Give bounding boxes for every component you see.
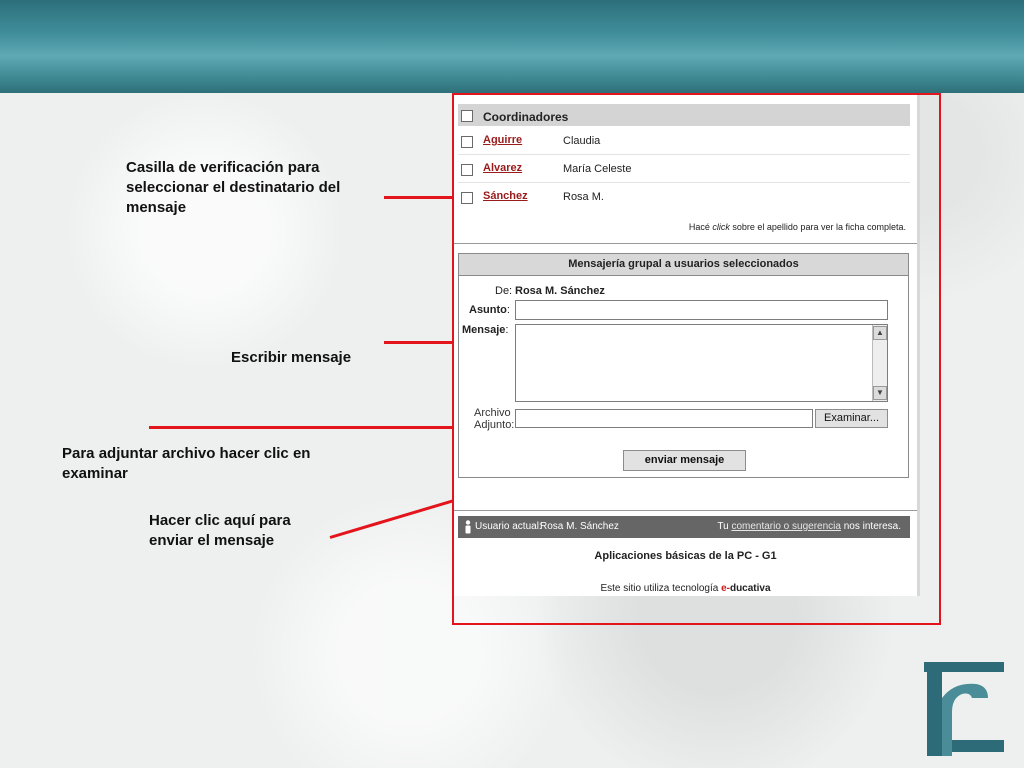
recipient-checkbox[interactable] xyxy=(461,136,473,148)
attach-annotation: Para adjuntar archivo hacer clic en exam… xyxy=(62,445,311,482)
powered-by: Este sitio utiliza tecnología e-ducativa xyxy=(600,583,771,594)
group-checkbox[interactable] xyxy=(461,110,473,122)
write-message-annotation: Escribir mensaje xyxy=(231,349,352,366)
feedback-link[interactable]: comentario o sugerencia xyxy=(731,521,841,532)
recipient-checkbox[interactable] xyxy=(461,192,473,204)
form-title: Mensajería grupal a usuarios seleccionad… xyxy=(459,254,908,276)
recipient-last-name-link[interactable]: Aguirre xyxy=(483,134,522,146)
recipient-row: Alvarez María Celeste xyxy=(458,155,910,183)
attach-file-input[interactable] xyxy=(515,409,813,428)
recipient-row: Sánchez Rosa M. xyxy=(458,183,910,210)
current-user-name: Rosa M. Sánchez xyxy=(540,521,619,532)
send-annotation: Hacer clic aquí para enviar el mensaje xyxy=(149,512,291,549)
message-textarea[interactable]: ▲ ▼ xyxy=(515,324,888,402)
recipient-first-name: María Celeste xyxy=(563,163,632,175)
current-user-label: Usuario actual: xyxy=(475,521,542,532)
checkbox-annotation: Casilla de verificación para seleccionar… xyxy=(126,159,341,216)
recipient-checkbox[interactable] xyxy=(461,164,473,176)
recipients-hint: Hacé click sobre el apellido para ver la… xyxy=(688,222,906,232)
scroll-up-icon[interactable]: ▲ xyxy=(873,326,887,340)
group-label: Coordinadores xyxy=(483,110,569,124)
attach-label: Archivo Adjunto: xyxy=(474,407,515,431)
from-label: De: xyxy=(495,285,513,297)
send-message-button[interactable]: enviar mensaje xyxy=(623,450,746,471)
recipient-first-name: Rosa M. xyxy=(563,191,604,203)
recipient-row: Aguirre Claudia xyxy=(458,127,910,155)
subject-input[interactable] xyxy=(515,300,888,320)
recipient-first-name: Claudia xyxy=(563,135,601,147)
group-message-form: Mensajería grupal a usuarios seleccionad… xyxy=(458,253,909,478)
message-scrollbar[interactable]: ▲ ▼ xyxy=(872,325,887,401)
recipient-last-name-link[interactable]: Sánchez xyxy=(483,190,528,202)
footer-divider xyxy=(454,510,917,511)
user-status-bar: Usuario actual: Rosa M. Sánchez Tu comen… xyxy=(458,516,910,538)
browse-button[interactable]: Examinar... xyxy=(815,409,888,428)
title-banner xyxy=(0,0,1024,93)
message-label: Mensaje: xyxy=(462,324,509,336)
subject-label: Asunto: xyxy=(469,304,510,316)
user-icon xyxy=(464,520,472,537)
recipient-last-name-link[interactable]: Alvarez xyxy=(483,162,522,174)
from-value: Rosa M. Sánchez xyxy=(515,285,605,297)
recipients-group-header: Coordinadores xyxy=(458,104,910,126)
section-divider xyxy=(454,243,917,244)
course-name: Aplicaciones básicas de la PC - G1 xyxy=(594,550,777,562)
brand-logo-icon xyxy=(924,662,1004,756)
feedback-text: Tu comentario o sugerencia nos interesa. xyxy=(717,521,901,532)
scroll-down-icon[interactable]: ▼ xyxy=(873,386,887,400)
